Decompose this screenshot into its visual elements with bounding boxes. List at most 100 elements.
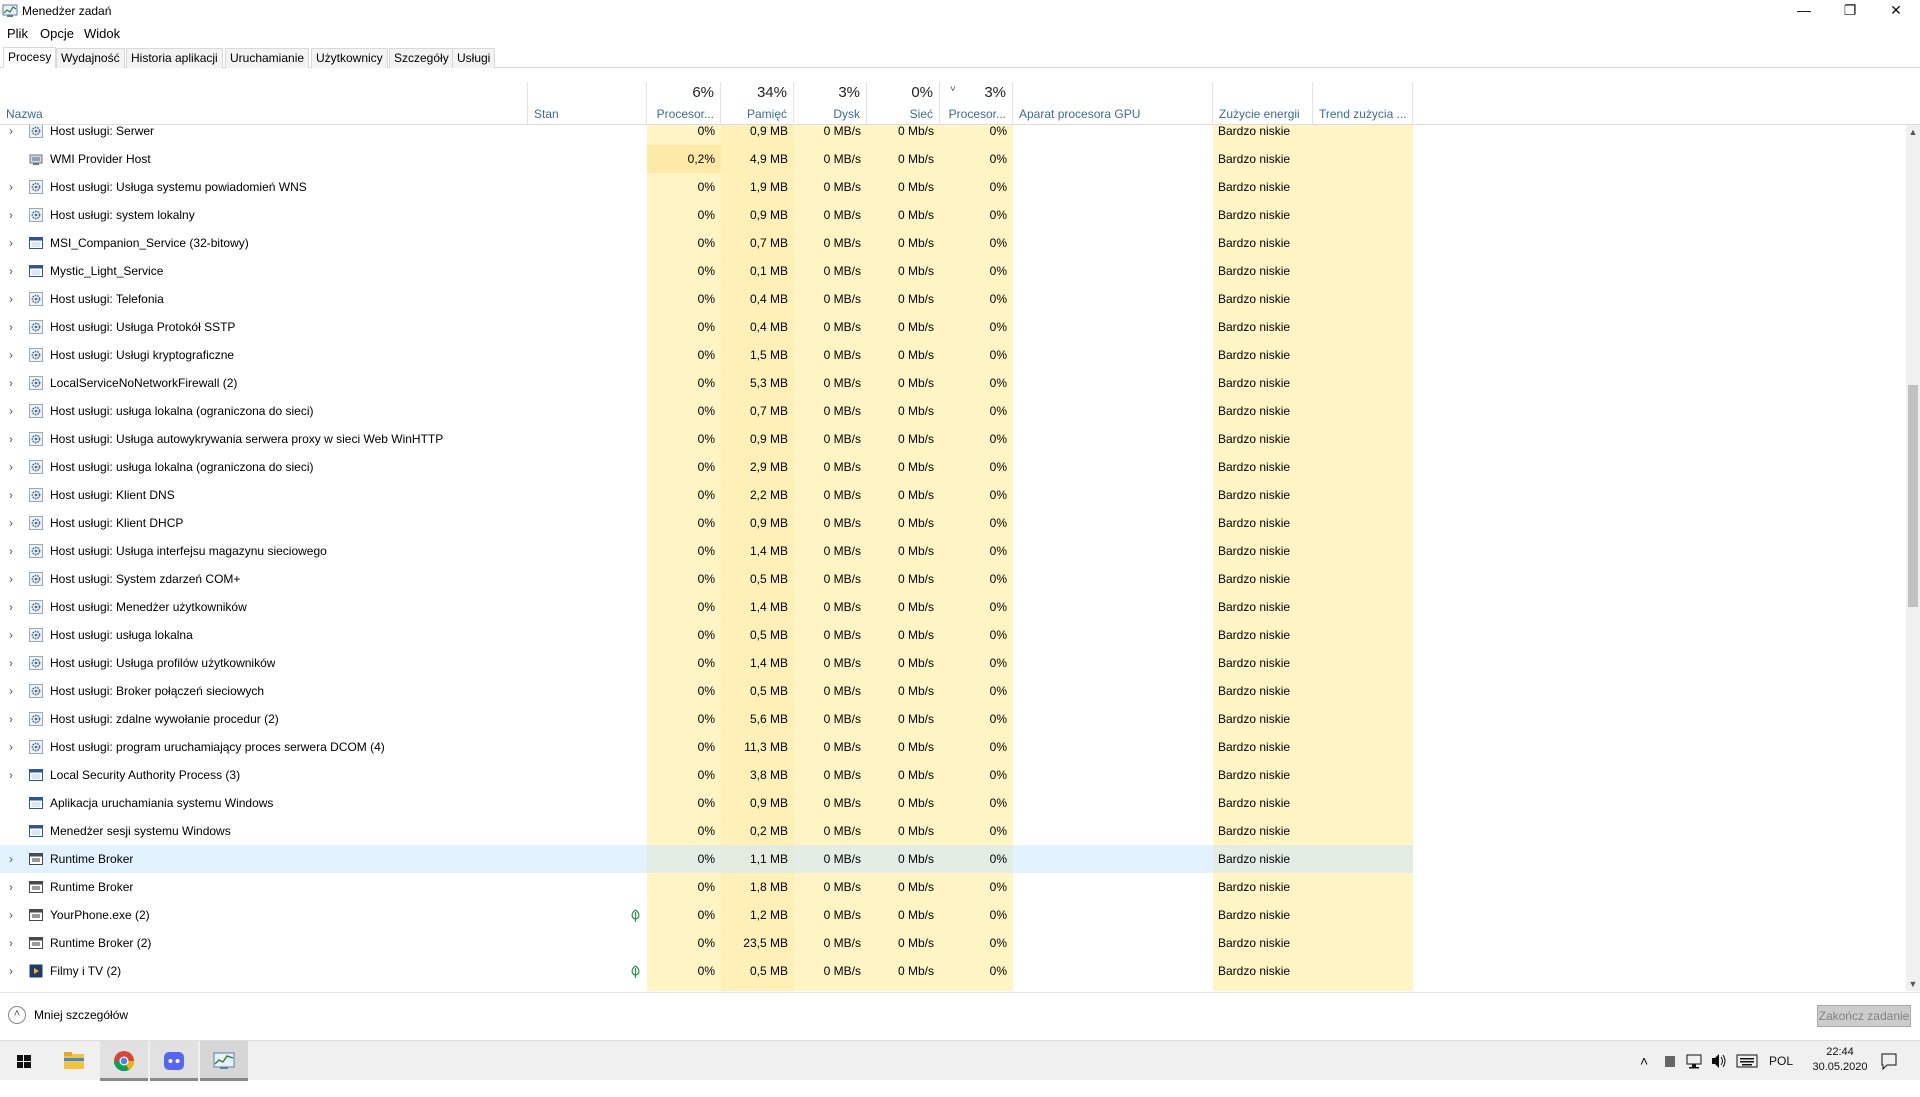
- column-disk[interactable]: 3% Dysk: [794, 82, 867, 125]
- tab-startup[interactable]: Uruchamianie: [225, 48, 310, 68]
- keyboard-icon[interactable]: [1736, 1041, 1758, 1081]
- windows-start-icon[interactable]: [0, 1041, 48, 1081]
- process-row[interactable]: › Host usługi: Broker połączeń sieciowych…: [0, 677, 1906, 705]
- minimize-button[interactable]: —: [1781, 0, 1827, 22]
- process-row[interactable]: › Host usługi: usługa lokalna (ograniczon…: [0, 397, 1906, 425]
- process-row[interactable]: › Host usługi: zdalne wywołanie procedur …: [0, 705, 1906, 733]
- process-row[interactable]: › Runtime Broker (2) 0% 23,5 MB 0 MB/s 0 Mb/s…: [0, 929, 1906, 957]
- process-row[interactable]: › Host usługi: Serwer 0% 0,9 MB 0 MB/s 0 Mb/s…: [0, 125, 1906, 145]
- process-row[interactable]: › Host usługi: usługa lokalna (ograniczon…: [0, 453, 1906, 481]
- column-power-trend[interactable]: Trend zużycia ...: [1313, 82, 1413, 125]
- show-hidden-icons-icon[interactable]: ˄: [1640, 1041, 1648, 1081]
- expand-chevron-icon[interactable]: ›: [9, 481, 19, 509]
- process-row[interactable]: Menedżer sesji systemu Windows 0% 0,2 MB 0 …: [0, 817, 1906, 845]
- process-row[interactable]: › Local Security Authority Process (3) 0% 3…: [0, 761, 1906, 789]
- process-row[interactable]: › Host usługi: Usługa Protokół SSTP 0% 0,4 …: [0, 313, 1906, 341]
- expand-chevron-icon[interactable]: ›: [9, 125, 19, 145]
- column-cpu[interactable]: 6% Procesor...: [647, 82, 721, 125]
- chevron-up-icon[interactable]: ˄: [8, 1006, 26, 1024]
- menu-file[interactable]: Plik: [7, 26, 28, 41]
- volume-icon[interactable]: [1710, 1041, 1728, 1081]
- tab-app-history[interactable]: Historia aplikacji: [126, 48, 223, 68]
- expand-chevron-icon[interactable]: ›: [9, 845, 19, 873]
- expand-chevron-icon[interactable]: ›: [9, 173, 19, 201]
- language-indicator[interactable]: POL: [1769, 1041, 1793, 1081]
- process-row[interactable]: › Host usługi: Klient DHCP 0% 0,9 MB 0 MB/s 0…: [0, 509, 1906, 537]
- process-row[interactable]: › MSI_Companion_Service (32-bitowy) 0% 0,7 …: [0, 229, 1906, 257]
- process-row[interactable]: › Host usługi: Menedżer użytkowników 0% 1,4…: [0, 593, 1906, 621]
- close-button[interactable]: ✕: [1873, 0, 1919, 22]
- process-row[interactable]: › Host usługi: Usługi kryptograficzne 0% 1,…: [0, 341, 1906, 369]
- expand-chevron-icon[interactable]: ›: [9, 873, 19, 901]
- column-memory[interactable]: 34% Pamięć: [721, 82, 794, 125]
- process-row[interactable]: › Host usługi: Telefonia 0% 0,4 MB 0 MB/s 0 M…: [0, 285, 1906, 313]
- expand-chevron-icon[interactable]: ›: [9, 705, 19, 733]
- process-row[interactable]: › Mystic_Light_Service 0% 0,1 MB 0 MB/s 0 Mb/…: [0, 257, 1906, 285]
- discord-icon[interactable]: [150, 1041, 198, 1081]
- expand-chevron-icon[interactable]: ›: [9, 565, 19, 593]
- expand-chevron-icon[interactable]: ›: [9, 285, 19, 313]
- notifications-icon[interactable]: [1880, 1041, 1898, 1081]
- process-row[interactable]: › Runtime Broker 0% 1,8 MB 0 MB/s 0 Mb/s 0% Bar…: [0, 873, 1906, 901]
- tray-app-icon[interactable]: [1664, 1041, 1676, 1081]
- process-row[interactable]: › LocalServiceNoNetworkFirewall (2) 0% 5,3 …: [0, 369, 1906, 397]
- file-explorer-icon[interactable]: [50, 1041, 98, 1081]
- tab-users[interactable]: Użytkownicy: [311, 48, 388, 68]
- column-status[interactable]: Stan: [528, 82, 647, 125]
- expand-chevron-icon[interactable]: ›: [9, 397, 19, 425]
- process-row[interactable]: › Runtime Broker 0% 1,1 MB 0 MB/s 0 Mb/s 0% Bar…: [0, 845, 1906, 873]
- process-row[interactable]: › Host usługi: System zdarzeń COM+ 0% 0,5 M…: [0, 565, 1906, 593]
- expand-chevron-icon[interactable]: ›: [9, 733, 19, 761]
- expand-chevron-icon[interactable]: ›: [9, 929, 19, 957]
- process-row[interactable]: › Filmy i TV (2) 0% 0,5 MB 0 MB/s 0 Mb/s 0% Bar…: [0, 957, 1906, 985]
- task-manager-icon[interactable]: [200, 1041, 248, 1081]
- maximize-button[interactable]: ❐: [1827, 0, 1873, 22]
- end-task-button[interactable]: Zakończ zadanie: [1817, 1005, 1911, 1027]
- expand-chevron-icon[interactable]: ›: [9, 901, 19, 929]
- scroll-thumb[interactable]: [1908, 385, 1918, 607]
- clock[interactable]: 22:44 30.05.2020: [1810, 1045, 1870, 1075]
- tab-details[interactable]: Szczegóły: [389, 48, 454, 68]
- tab-processes[interactable]: Procesy: [3, 47, 57, 68]
- process-row[interactable]: WMI Provider Host 0,2% 4,9 MB 0 MB/s 0 Mb/s 0…: [0, 145, 1906, 173]
- process-row[interactable]: › Host usługi: Usługa systemu powiadomień…: [0, 173, 1906, 201]
- expand-chevron-icon[interactable]: ›: [9, 229, 19, 257]
- scroll-down-icon[interactable]: ▼: [1906, 977, 1920, 991]
- chrome-icon[interactable]: [100, 1041, 148, 1081]
- column-name[interactable]: Nazwa: [0, 82, 528, 125]
- expand-chevron-icon[interactable]: ›: [9, 257, 19, 285]
- scroll-up-icon[interactable]: ▲: [1906, 125, 1920, 139]
- expand-chevron-icon[interactable]: ›: [9, 509, 19, 537]
- process-row[interactable]: › Host usługi: Klient DNS 0% 2,2 MB 0 MB/s 0 …: [0, 481, 1906, 509]
- expand-chevron-icon[interactable]: ›: [9, 341, 19, 369]
- expand-chevron-icon[interactable]: ›: [9, 201, 19, 229]
- expand-chevron-icon[interactable]: ›: [9, 453, 19, 481]
- expand-chevron-icon[interactable]: ›: [9, 537, 19, 565]
- column-gpu[interactable]: ˅ 3% Procesor...: [940, 82, 1013, 125]
- process-row[interactable]: › Host usługi: Usługa profilów użytkownik…: [0, 649, 1906, 677]
- column-network[interactable]: 0% Sieć: [867, 82, 940, 125]
- expand-chevron-icon[interactable]: ›: [9, 425, 19, 453]
- menu-options[interactable]: Opcje: [40, 26, 74, 41]
- column-gpu-engine[interactable]: Aparat procesora GPU: [1013, 82, 1213, 125]
- process-row[interactable]: › Host usługi: Usługa interfejsu magazynu…: [0, 537, 1906, 565]
- expand-chevron-icon[interactable]: ›: [9, 761, 19, 789]
- process-row[interactable]: › Host usługi: program uruchamiający proc…: [0, 733, 1906, 761]
- tab-performance[interactable]: Wydajność: [56, 48, 125, 68]
- expand-chevron-icon[interactable]: ›: [9, 621, 19, 649]
- vertical-scrollbar[interactable]: ▲ ▼: [1906, 125, 1920, 991]
- expand-chevron-icon[interactable]: ›: [9, 677, 19, 705]
- process-row[interactable]: › Host usługi: usługa lokalna 0% 0,5 MB 0 MB…: [0, 621, 1906, 649]
- network-icon[interactable]: [1686, 1041, 1702, 1081]
- menu-view[interactable]: Widok: [84, 26, 120, 41]
- expand-chevron-icon[interactable]: ›: [9, 649, 19, 677]
- expand-chevron-icon[interactable]: ›: [9, 593, 19, 621]
- expand-chevron-icon[interactable]: ›: [9, 957, 19, 985]
- process-row[interactable]: › YourPhone.exe (2) 0% 1,2 MB 0 MB/s 0 Mb/s 0%…: [0, 901, 1906, 929]
- expand-chevron-icon[interactable]: ›: [9, 313, 19, 341]
- tab-services[interactable]: Usługi: [452, 48, 496, 68]
- column-power[interactable]: Zużycie energii: [1213, 82, 1313, 125]
- less-details-link[interactable]: Mniej szczegółów: [34, 1008, 128, 1022]
- process-row[interactable]: Aplikacja uruchamiania systemu Windows 0%…: [0, 789, 1906, 817]
- process-row[interactable]: › Host usługi: system lokalny 0% 0,9 MB 0 MB…: [0, 201, 1906, 229]
